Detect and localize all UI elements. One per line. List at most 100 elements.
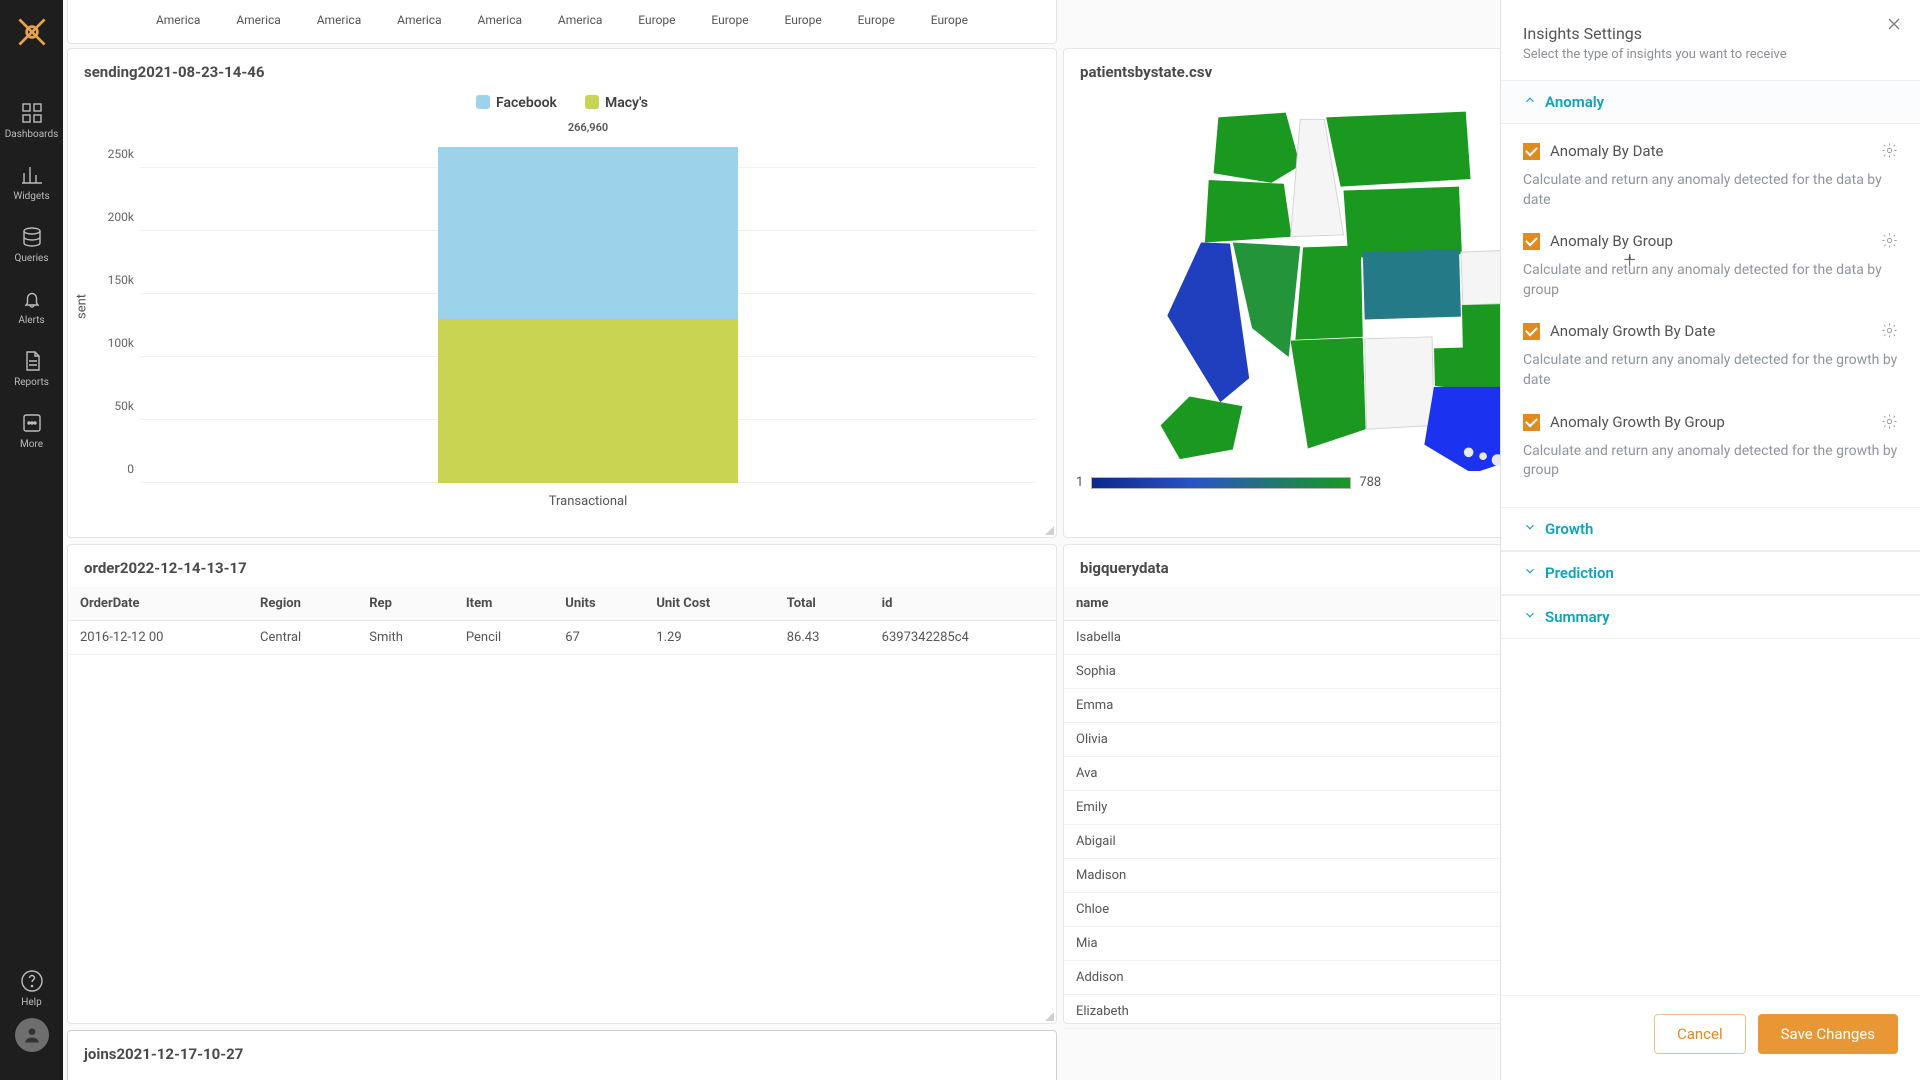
state-co — [1363, 249, 1461, 319]
x-tick-label: Transactional — [549, 494, 628, 509]
chevron-down-icon — [1523, 520, 1537, 538]
table-row[interactable]: 2016-12-12 00CentralSmithPencil671.2986.… — [68, 621, 1056, 655]
resize-handle-icon[interactable] — [1045, 1012, 1054, 1021]
checkbox[interactable] — [1523, 143, 1540, 160]
table-row[interactable]: Sophia — [1064, 655, 1500, 689]
axis-tick-label: America — [478, 13, 523, 27]
cell: Madison — [1064, 859, 1500, 893]
scale-max: 788 — [1359, 475, 1381, 490]
nav-widgets[interactable]: Widgets — [5, 150, 59, 212]
panel-sending-bar-chart[interactable]: sending2021-08-23-14-46 FacebookMacy's s… — [67, 48, 1057, 538]
close-button[interactable] — [1884, 14, 1904, 38]
option-description: Calculate and return any anomaly detecte… — [1523, 343, 1898, 390]
bar-segment-macys[interactable] — [438, 319, 738, 483]
nav-label: Alerts — [18, 315, 44, 326]
table-row[interactable]: Mia — [1064, 927, 1500, 961]
col-header[interactable]: Total — [775, 587, 870, 621]
drawer-title: Insights Settings — [1523, 24, 1898, 43]
section-growth[interactable]: Growth — [1501, 507, 1920, 551]
col-header[interactable]: Units — [553, 587, 644, 621]
nav-more[interactable]: More — [5, 398, 59, 460]
option-label: Anomaly By Group — [1550, 232, 1871, 250]
cell: Isabella — [1064, 621, 1500, 655]
bar-icon — [19, 162, 45, 188]
panel-order-table[interactable]: order2022-12-14-13-17 OrderDateRegionRep… — [67, 544, 1057, 1024]
y-tick-label: 200k — [88, 210, 134, 224]
nav-help[interactable]: Help — [0, 956, 63, 1018]
table-row[interactable]: Addison — [1064, 961, 1500, 995]
option-label: Anomaly By Date — [1550, 142, 1871, 160]
nav-alerts[interactable]: Alerts — [5, 274, 59, 336]
state-tx — [1424, 387, 1500, 471]
state-ks — [1462, 303, 1500, 348]
nav-help-label: Help — [21, 997, 41, 1008]
col-header[interactable]: Region — [248, 587, 357, 621]
user-avatar[interactable] — [15, 1018, 49, 1052]
dots-icon — [19, 410, 45, 436]
panel-joins[interactable]: joins2021-12-17-10-27 — [67, 1030, 1057, 1080]
col-header[interactable]: OrderDate — [68, 587, 248, 621]
nav-queries[interactable]: Queries — [5, 212, 59, 274]
nav-label: Widgets — [13, 191, 49, 202]
order-table: OrderDateRegionRepItemUnitsUnit CostTota… — [68, 587, 1056, 655]
nav-label: Queries — [15, 253, 49, 264]
table-row[interactable]: Chloe — [1064, 893, 1500, 927]
panel-patients-map[interactable]: patientsbystate.csv — [1063, 48, 1500, 538]
table-row[interactable]: Abigail — [1064, 825, 1500, 859]
bell-icon — [19, 286, 45, 312]
doc-icon — [19, 348, 45, 374]
axis-tick-label: Europe — [785, 13, 822, 27]
section-summary[interactable]: Summary — [1501, 595, 1920, 639]
col-header[interactable]: Unit Cost — [644, 587, 774, 621]
bar-total-label: 266,960 — [568, 121, 608, 134]
gear-icon[interactable] — [1881, 413, 1898, 434]
nav-reports[interactable]: Reports — [5, 336, 59, 398]
map-scale: 1 788 — [1064, 471, 1500, 500]
panel-bigquery[interactable]: bigquerydata nameIsabellaSophiaEmmaOlivi… — [1063, 544, 1500, 1024]
col-header[interactable]: Rep — [357, 587, 454, 621]
table-row[interactable]: Olivia — [1064, 723, 1500, 757]
checkbox[interactable] — [1523, 233, 1540, 250]
state-or — [1205, 180, 1292, 243]
y-tick-label: 0 — [88, 462, 134, 476]
checkbox[interactable] — [1523, 414, 1540, 431]
nav-dashboards[interactable]: Dashboards — [5, 88, 59, 150]
table-row[interactable]: Emma — [1064, 689, 1500, 723]
section-prediction[interactable]: Prediction — [1501, 551, 1920, 595]
cell: Central — [248, 621, 357, 655]
resize-handle-icon[interactable] — [1045, 526, 1054, 535]
col-header[interactable]: name — [1064, 587, 1500, 621]
section-label: Growth — [1545, 520, 1593, 538]
section-anomaly[interactable]: Anomaly — [1501, 80, 1920, 124]
legend-item[interactable]: Macy's — [585, 95, 648, 111]
cancel-button[interactable]: Cancel — [1654, 1014, 1746, 1054]
col-header[interactable]: Item — [454, 587, 553, 621]
nav-label: More — [20, 439, 43, 450]
save-changes-button[interactable]: Save Changes — [1758, 1014, 1898, 1054]
checkbox[interactable] — [1523, 323, 1540, 340]
col-header[interactable]: id — [870, 587, 1056, 621]
option-label: Anomaly Growth By Date — [1550, 322, 1871, 340]
bar-segment-facebook[interactable] — [438, 147, 738, 320]
state-wa — [1214, 113, 1301, 183]
table-row[interactable]: Isabella — [1064, 621, 1500, 655]
legend-item[interactable]: Facebook — [476, 95, 557, 111]
chart-legend: Facebook Macy's — [68, 91, 1056, 113]
table-row[interactable]: Madison — [1064, 859, 1500, 893]
state-ak — [1161, 397, 1243, 460]
gear-icon[interactable] — [1881, 232, 1898, 253]
table-row[interactable]: Ava — [1064, 757, 1500, 791]
table-row[interactable]: Emily — [1064, 791, 1500, 825]
cell: Smith — [357, 621, 454, 655]
gear-icon[interactable] — [1881, 142, 1898, 163]
gear-icon[interactable] — [1881, 322, 1898, 343]
table-row[interactable]: Elizabeth — [1064, 995, 1500, 1029]
axis-tick-label: Europe — [931, 13, 968, 27]
cell: Emily — [1064, 791, 1500, 825]
cell: Emma — [1064, 689, 1500, 723]
option-description: Calculate and return any anomaly detecte… — [1523, 253, 1898, 300]
option-label: Anomaly Growth By Group — [1550, 413, 1871, 431]
panel-title: joins2021-12-17-10-27 — [68, 1031, 1056, 1073]
state-wy — [1344, 187, 1462, 258]
option-anomaly-growth-by-group: Anomaly Growth By GroupCalculate and ret… — [1523, 403, 1898, 493]
